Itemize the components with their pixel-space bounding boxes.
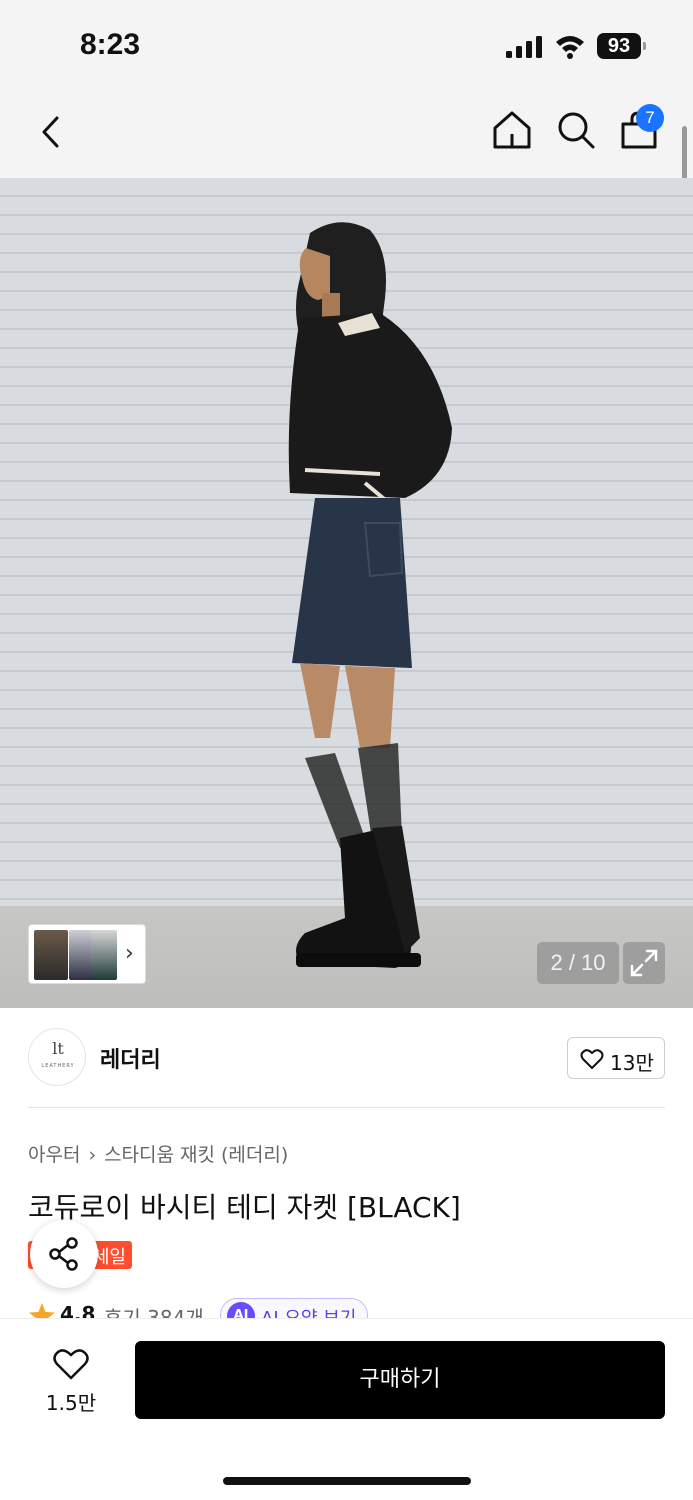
wishlist-button[interactable]: 1.5만 xyxy=(28,1341,114,1419)
share-icon xyxy=(49,1237,78,1271)
home-icon[interactable] xyxy=(490,108,534,152)
wishlist-count: 1.5만 xyxy=(45,1391,97,1415)
image-thumbnail-strip[interactable]: › xyxy=(28,924,146,984)
status-bar: 8:23 93 xyxy=(0,0,693,92)
heart-icon xyxy=(53,1349,89,1380)
chevron-right-icon: › xyxy=(88,1144,97,1166)
battery-indicator: 93 xyxy=(597,33,647,59)
breadcrumb: 아우터 › 스타디움 재킷 (레더리) xyxy=(28,1140,288,1167)
product-title: 코듀로이 바시티 테디 자켓 [BLACK] xyxy=(28,1191,461,1224)
model-figure-photo xyxy=(288,222,452,968)
review-count-link[interactable]: 후기 384개 xyxy=(104,1302,204,1318)
top-nav: 7 xyxy=(0,92,693,178)
ai-summary-label: AI 요약 보기 xyxy=(261,1304,356,1318)
rating-row[interactable]: 4.8 후기 384개 AI AI 요약 보기 xyxy=(28,1296,428,1318)
brand-name[interactable]: 레더리 xyxy=(100,1042,161,1074)
image-page-counter: 2 / 10 xyxy=(537,942,619,984)
thumbnail-image[interactable] xyxy=(91,930,117,980)
status-time: 8:23 xyxy=(80,28,141,61)
home-indicator xyxy=(223,1477,471,1485)
heart-icon xyxy=(580,1049,604,1069)
battery-tip xyxy=(643,42,646,50)
brand-row[interactable]: lt LEATHERY 레더리 13만 xyxy=(0,1008,693,1108)
expand-icon xyxy=(630,949,658,977)
buy-button[interactable]: 구매하기 xyxy=(135,1341,665,1419)
breadcrumb-item[interactable]: 아우터 xyxy=(28,1140,80,1167)
cart-count-badge: 7 xyxy=(636,104,664,132)
rating-value: 4.8 xyxy=(60,1302,96,1318)
brand-like-count: 13만 xyxy=(610,1051,654,1075)
wifi-icon xyxy=(556,36,584,59)
ai-summary-button[interactable]: AI AI 요약 보기 xyxy=(220,1298,368,1318)
search-icon[interactable] xyxy=(554,108,598,152)
chevron-left-icon[interactable] xyxy=(30,110,74,154)
section-divider xyxy=(28,1107,665,1108)
battery-level: 93 xyxy=(597,33,641,59)
product-image-gallery[interactable]: › 2 / 10 xyxy=(0,178,693,1008)
brand-like-button[interactable]: 13만 xyxy=(567,1037,665,1079)
expand-image-button[interactable] xyxy=(623,942,665,984)
brand-logo[interactable]: lt LEATHERY xyxy=(28,1028,86,1086)
brand-logo-mark: lt xyxy=(52,1039,64,1058)
thumbnail-image[interactable] xyxy=(34,930,68,980)
ai-badge: AI xyxy=(227,1302,255,1318)
chevron-right-icon[interactable]: › xyxy=(125,941,134,966)
bottom-purchase-bar: 1.5만 구매하기 xyxy=(0,1318,693,1500)
share-button[interactable] xyxy=(30,1220,98,1288)
breadcrumb-item[interactable]: 스타디움 재킷 (레더리) xyxy=(104,1140,288,1167)
brand-logo-text: LEATHERY xyxy=(41,1063,75,1069)
star-icon xyxy=(29,1303,55,1318)
cellular-signal-icon xyxy=(506,36,542,58)
